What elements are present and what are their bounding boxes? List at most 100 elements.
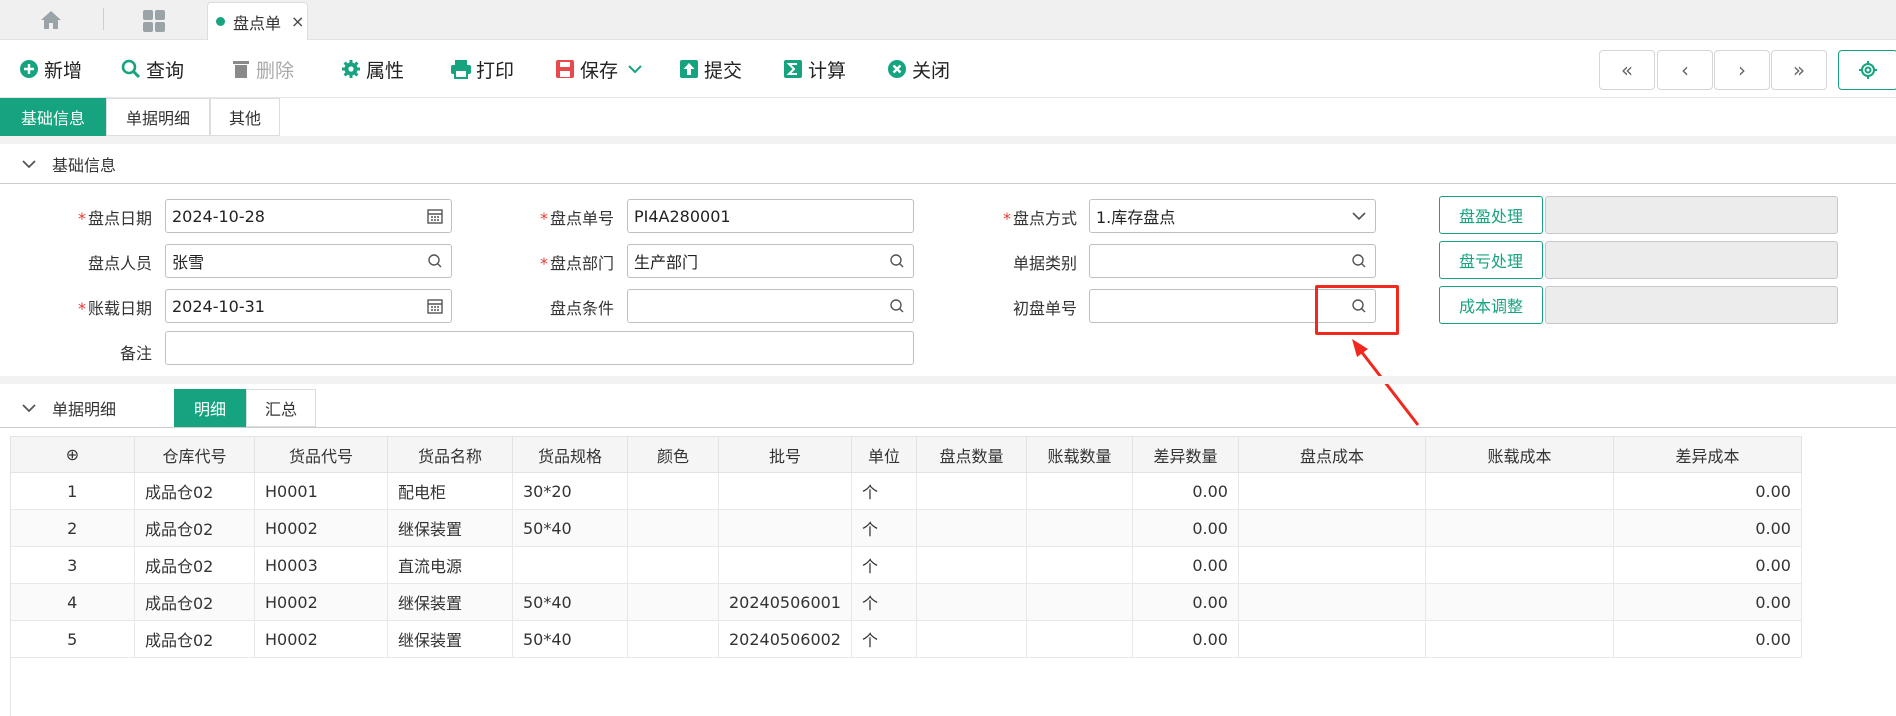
table-cell[interactable] <box>718 509 852 547</box>
close-tab-icon[interactable]: × <box>291 12 304 31</box>
table-cell[interactable] <box>627 546 719 584</box>
table-cell[interactable] <box>1425 546 1614 584</box>
table-cell[interactable] <box>627 509 719 547</box>
table-row[interactable]: 2 成品仓02 H0002 继保装置 50*40 个 0.00 0.00 <box>10 509 1802 547</box>
table-cell[interactable]: 50*40 <box>512 620 628 658</box>
properties-button[interactable]: 属性 <box>340 56 404 82</box>
table-row[interactable]: 5 成品仓02 H0002 继保装置 50*40 20240506002 个 0.00 0.00 <box>10 620 1802 658</box>
table-cell[interactable] <box>627 620 719 658</box>
table-cell[interactable]: 20240506002 <box>718 620 852 658</box>
table-row[interactable]: 3 成品仓02 H0003 直流电源 个 0.00 0.00 <box>10 546 1802 584</box>
table-cell[interactable]: 成品仓02 <box>134 583 255 621</box>
table-cell[interactable] <box>916 583 1027 621</box>
chevron-down-icon[interactable] <box>1351 208 1367 224</box>
save-button[interactable]: 保存 <box>554 56 642 82</box>
loss-button[interactable]: 盘亏处理 <box>1439 241 1543 279</box>
close-button[interactable]: 关闭 <box>886 56 950 82</box>
table-cell[interactable] <box>1238 509 1426 547</box>
column-header[interactable]: 差异成本 <box>1612 436 1802 473</box>
table-cell[interactable] <box>1238 620 1426 658</box>
table-cell[interactable]: 0.00 <box>1132 583 1239 621</box>
search-icon[interactable] <box>889 253 905 269</box>
doc-type-field[interactable] <box>1089 244 1376 278</box>
cost-adjust-button[interactable]: 成本调整 <box>1439 286 1543 324</box>
column-header[interactable]: 单位 <box>850 436 917 473</box>
table-cell[interactable] <box>718 472 852 510</box>
table-cell[interactable] <box>1425 472 1614 510</box>
table-cell[interactable]: 50*40 <box>512 583 628 621</box>
table-cell[interactable]: 成品仓02 <box>134 472 255 510</box>
table-cell[interactable]: 30*20 <box>512 472 628 510</box>
table-cell[interactable] <box>627 583 719 621</box>
next-record-button[interactable]: › <box>1714 50 1770 90</box>
table-cell[interactable]: H0002 <box>254 509 388 547</box>
prev-record-button[interactable]: ‹ <box>1657 50 1713 90</box>
table-cell[interactable]: 3 <box>10 546 135 584</box>
table-cell[interactable]: 0.00 <box>1613 546 1802 584</box>
print-button[interactable]: 打印 <box>450 56 514 82</box>
home-icon[interactable] <box>40 10 62 30</box>
table-cell[interactable]: 个 <box>851 620 917 658</box>
column-header[interactable]: 账载数量 <box>1025 436 1133 473</box>
table-cell[interactable]: 4 <box>10 583 135 621</box>
apps-grid-icon[interactable] <box>143 10 165 32</box>
table-cell[interactable] <box>1425 583 1614 621</box>
tab-basic-info[interactable]: 基础信息 <box>0 98 106 136</box>
table-cell[interactable]: 0.00 <box>1613 509 1802 547</box>
collapse-chevron-icon[interactable] <box>20 403 38 413</box>
table-cell[interactable] <box>627 472 719 510</box>
column-header[interactable]: 仓库代号 <box>134 436 255 473</box>
remark-field[interactable] <box>165 331 914 365</box>
column-header[interactable]: 账载成本 <box>1424 436 1614 473</box>
table-cell[interactable]: 成品仓02 <box>134 509 255 547</box>
table-cell[interactable]: 个 <box>851 509 917 547</box>
tab-doc-detail[interactable]: 单据明细 <box>106 98 210 136</box>
table-cell[interactable]: H0002 <box>254 583 388 621</box>
surplus-button[interactable]: 盘盈处理 <box>1439 196 1543 234</box>
column-header[interactable]: 颜色 <box>627 436 719 473</box>
add-button[interactable]: 新增 <box>18 56 82 82</box>
stock-no-field[interactable]: PI4A280001 <box>627 199 914 233</box>
calculate-button[interactable]: 计算 <box>782 56 846 82</box>
table-cell[interactable]: 个 <box>851 472 917 510</box>
settings-button[interactable] <box>1838 50 1896 90</box>
table-cell[interactable] <box>1425 509 1614 547</box>
table-cell[interactable]: 0.00 <box>1613 620 1802 658</box>
tab-other[interactable]: 其他 <box>210 98 280 136</box>
table-cell[interactable]: 1 <box>10 472 135 510</box>
table-cell[interactable] <box>1026 472 1133 510</box>
table-cell[interactable]: 个 <box>851 546 917 584</box>
first-record-button[interactable]: « <box>1599 50 1655 90</box>
table-cell[interactable]: 个 <box>851 583 917 621</box>
table-cell[interactable]: 5 <box>10 620 135 658</box>
table-cell[interactable]: 继保装置 <box>387 620 513 658</box>
table-cell[interactable]: 20240506001 <box>718 583 852 621</box>
table-cell[interactable] <box>1238 583 1426 621</box>
table-cell[interactable] <box>1425 620 1614 658</box>
table-cell[interactable]: 成品仓02 <box>134 546 255 584</box>
table-row[interactable]: 4 成品仓02 H0002 继保装置 50*40 20240506001 个 0.00 0.00 <box>10 583 1802 621</box>
column-header[interactable]: 货品规格 <box>512 436 628 473</box>
column-header[interactable]: 盘点成本 <box>1237 436 1426 473</box>
tab-summary[interactable]: 汇总 <box>246 389 316 427</box>
table-row[interactable]: 1 成品仓02 H0001 配电柜 30*20 个 0.00 0.00 <box>10 472 1802 510</box>
table-cell[interactable]: H0002 <box>254 620 388 658</box>
table-cell[interactable] <box>718 546 852 584</box>
column-header[interactable]: 盘点数量 <box>915 436 1027 473</box>
table-cell[interactable] <box>1238 472 1426 510</box>
calendar-icon[interactable] <box>427 298 443 314</box>
basic-info-header[interactable]: 基础信息 <box>0 144 1896 184</box>
query-button[interactable]: 查询 <box>120 56 184 82</box>
calendar-icon[interactable] <box>427 208 443 224</box>
book-date-field[interactable]: 2024-10-31 <box>165 289 452 323</box>
table-cell[interactable]: 配电柜 <box>387 472 513 510</box>
table-cell[interactable]: 0.00 <box>1132 620 1239 658</box>
stock-date-field[interactable]: 2024-10-28 <box>165 199 452 233</box>
table-cell[interactable]: 直流电源 <box>387 546 513 584</box>
table-cell[interactable]: 0.00 <box>1132 509 1239 547</box>
table-cell[interactable]: 0.00 <box>1613 583 1802 621</box>
column-header[interactable]: 差异数量 <box>1131 436 1239 473</box>
table-cell[interactable] <box>1026 546 1133 584</box>
table-cell[interactable]: 0.00 <box>1613 472 1802 510</box>
table-cell[interactable]: 继保装置 <box>387 583 513 621</box>
